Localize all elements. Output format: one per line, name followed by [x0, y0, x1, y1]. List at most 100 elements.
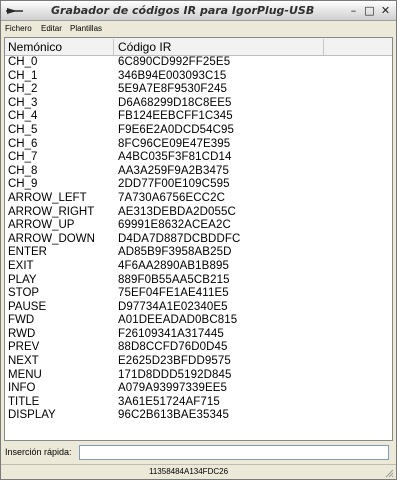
table-row[interactable]: DISPLAY 96C2B613BAE35345	[5, 409, 392, 423]
codigo-ir-cell[interactable]: 96C2B613BAE35345	[118, 409, 229, 423]
column-divider[interactable]	[113, 39, 114, 55]
codigo-ir-cell[interactable]: 7A730A6756ECC2C	[118, 192, 225, 206]
codigo-ir-cell[interactable]: 6C890CD992FF25E5	[118, 56, 230, 70]
codigo-ir-cell[interactable]: 75EF04FE1AE411E5	[118, 287, 229, 301]
nemonico-cell[interactable]: PLAY	[8, 274, 37, 288]
codigo-ir-cell[interactable]: D6A68299D18C8EE5	[118, 97, 231, 111]
codigo-ir-cell[interactable]: 5E9A7E8F9530F245	[118, 83, 227, 97]
nemonico-cell[interactable]: CH_3	[8, 97, 37, 111]
nemonico-cell[interactable]: NEXT	[8, 355, 39, 369]
table-row[interactable]: PREV 88D8CCFD76D0D45	[5, 341, 392, 355]
codigo-ir-cell[interactable]: AD85B9F3958AB25D	[118, 246, 231, 260]
nemonico-cell[interactable]: CH_1	[8, 70, 37, 84]
quick-insert-label: Inserción rápida:	[5, 447, 72, 457]
table-row[interactable]: MENU 171D8DDD5192D845	[5, 369, 392, 383]
nemonico-cell[interactable]: RWD	[8, 328, 35, 342]
nemonico-cell[interactable]: ARROW_LEFT	[8, 192, 87, 206]
table-row[interactable]: CH_7 A4BC035F3F81CD14	[5, 151, 392, 165]
table-row[interactable]: CH_5 F9E6E2A0DCD54C95	[5, 124, 392, 138]
codigo-ir-cell[interactable]: AE313DEBDA2D055C	[118, 206, 236, 220]
table-row[interactable]: CH_8 AA3A259F9A2B3475	[5, 165, 392, 179]
table-row[interactable]: CH_1 346B94E003093C15	[5, 70, 392, 84]
table-row[interactable]: CH_9 2DD77F00E109C595	[5, 178, 392, 192]
codigo-ir-cell[interactable]: FB124EEBCFF1C345	[118, 110, 233, 124]
nemonico-cell[interactable]: CH_2	[8, 83, 37, 97]
codigo-ir-cell[interactable]: D97734A1E02340E5	[118, 301, 228, 315]
maximize-button[interactable]: □	[363, 4, 376, 17]
nemonico-cell[interactable]: PAUSE	[8, 301, 46, 315]
nemonico-cell[interactable]: CH_6	[8, 138, 37, 152]
table-row[interactable]: CH_4 FB124EEBCFF1C345	[5, 110, 392, 124]
table-row[interactable]: ENTER AD85B9F3958AB25D	[5, 246, 392, 260]
nemonico-cell[interactable]: CH_5	[8, 124, 37, 138]
codigo-ir-cell[interactable]: 2DD77F00E109C595	[118, 178, 230, 192]
column-header-nemonico[interactable]: Nemónico	[8, 40, 62, 54]
nemonico-cell[interactable]: FWD	[8, 314, 34, 328]
table-row[interactable]: ARROW_DOWN D4DA7D887DCBDDFC	[5, 233, 392, 247]
table-row[interactable]: ARROW_LEFT 7A730A6756ECC2C	[5, 192, 392, 206]
table-row[interactable]: PLAY 889F0B55AA5CB215	[5, 274, 392, 288]
table-row[interactable]: CH_2 5E9A7E8F9530F245	[5, 83, 392, 97]
codigo-ir-cell[interactable]: E2625D23BFDD9575	[118, 355, 231, 369]
codigo-ir-cell[interactable]: A01DEEADAD0BC815	[118, 314, 237, 328]
codes-table[interactable]: Nemónico Código IR CH_0 6C890CD992FF25E5 C…	[4, 37, 393, 441]
nemonico-cell[interactable]: EXIT	[8, 260, 34, 274]
codigo-ir-cell[interactable]: 346B94E003093C15	[118, 70, 226, 84]
table-row[interactable]: NEXT E2625D23BFDD9575	[5, 355, 392, 369]
codigo-ir-cell[interactable]: 3A61E51724AF715	[118, 396, 220, 410]
nemonico-cell[interactable]: CH_9	[8, 178, 37, 192]
nemonico-cell[interactable]: CH_7	[8, 151, 37, 165]
minimize-button[interactable]: –	[347, 4, 360, 17]
table-row[interactable]: PAUSE D97734A1E02340E5	[5, 301, 392, 315]
title-bar[interactable]: Grabador de códigos IR para IgorPlug-USB…	[1, 1, 396, 21]
menu-bar: Fichero Editar Plantillas	[1, 21, 396, 36]
nemonico-cell[interactable]: TITLE	[8, 396, 39, 410]
table-row[interactable]: CH_0 6C890CD992FF25E5	[5, 56, 392, 70]
column-divider[interactable]	[323, 39, 324, 55]
codigo-ir-cell[interactable]: 8FC96CE09E47E395	[118, 138, 230, 152]
status-bar: 11358484A134FDC26	[1, 464, 396, 479]
codigo-ir-cell[interactable]: F9E6E2A0DCD54C95	[118, 124, 234, 138]
table-row[interactable]: STOP 75EF04FE1AE411E5	[5, 287, 392, 301]
codigo-ir-cell[interactable]: 4F6AA2890AB1B895	[118, 260, 229, 274]
app-icon	[6, 8, 23, 14]
table-row[interactable]: ARROW_RIGHT AE313DEBDA2D055C	[5, 206, 392, 220]
codigo-ir-cell[interactable]: 69991E8632ACEA2C	[118, 219, 231, 233]
nemonico-cell[interactable]: CH_0	[8, 56, 37, 70]
nemonico-cell[interactable]: DISPLAY	[8, 409, 56, 423]
codigo-ir-cell[interactable]: 889F0B55AA5CB215	[118, 274, 230, 288]
nemonico-cell[interactable]: ARROW_RIGHT	[8, 206, 94, 220]
nemonico-cell[interactable]: ARROW_UP	[8, 219, 74, 233]
nemonico-cell[interactable]: PREV	[8, 341, 39, 355]
menu-fichero[interactable]: Fichero	[5, 24, 32, 33]
nemonico-cell[interactable]: STOP	[8, 287, 39, 301]
close-button[interactable]: ✕	[379, 4, 392, 17]
codigo-ir-cell[interactable]: A079A93997339EE5	[118, 382, 227, 396]
table-row[interactable]: CH_3 D6A68299D18C8EE5	[5, 97, 392, 111]
table-row[interactable]: RWD F26109341A317445	[5, 328, 392, 342]
codigo-ir-cell[interactable]: 88D8CCFD76D0D45	[118, 341, 228, 355]
menu-editar[interactable]: Editar	[41, 24, 62, 33]
nemonico-cell[interactable]: CH_8	[8, 165, 37, 179]
nemonico-cell[interactable]: INFO	[8, 382, 35, 396]
table-row[interactable]: EXIT 4F6AA2890AB1B895	[5, 260, 392, 274]
codigo-ir-cell[interactable]: AA3A259F9A2B3475	[118, 165, 229, 179]
codigo-ir-cell[interactable]: 171D8DDD5192D845	[118, 369, 231, 383]
table-row[interactable]: FWD A01DEEADAD0BC815	[5, 314, 392, 328]
table-row[interactable]: INFO A079A93997339EE5	[5, 382, 392, 396]
quick-insert-input[interactable]	[79, 445, 389, 460]
nemonico-cell[interactable]: CH_4	[8, 110, 37, 124]
codigo-ir-cell[interactable]: F26109341A317445	[118, 328, 224, 342]
codigo-ir-cell[interactable]: A4BC035F3F81CD14	[118, 151, 231, 165]
table-row[interactable]: CH_6 8FC96CE09E47E395	[5, 138, 392, 152]
nemonico-cell[interactable]: MENU	[8, 369, 42, 383]
table-row[interactable]: TITLE 3A61E51724AF715	[5, 396, 392, 410]
codigo-ir-cell[interactable]: D4DA7D887DCBDDFC	[118, 233, 240, 247]
table-row[interactable]: ARROW_UP 69991E8632ACEA2C	[5, 219, 392, 233]
window-title: Grabador de códigos IR para IgorPlug-USB	[51, 4, 315, 17]
nemonico-cell[interactable]: ARROW_DOWN	[8, 233, 95, 247]
nemonico-cell[interactable]: ENTER	[8, 246, 47, 260]
menu-plantillas[interactable]: Plantillas	[70, 24, 102, 33]
resize-grip-icon[interactable]	[384, 468, 394, 478]
column-header-codigo-ir[interactable]: Código IR	[118, 40, 171, 54]
